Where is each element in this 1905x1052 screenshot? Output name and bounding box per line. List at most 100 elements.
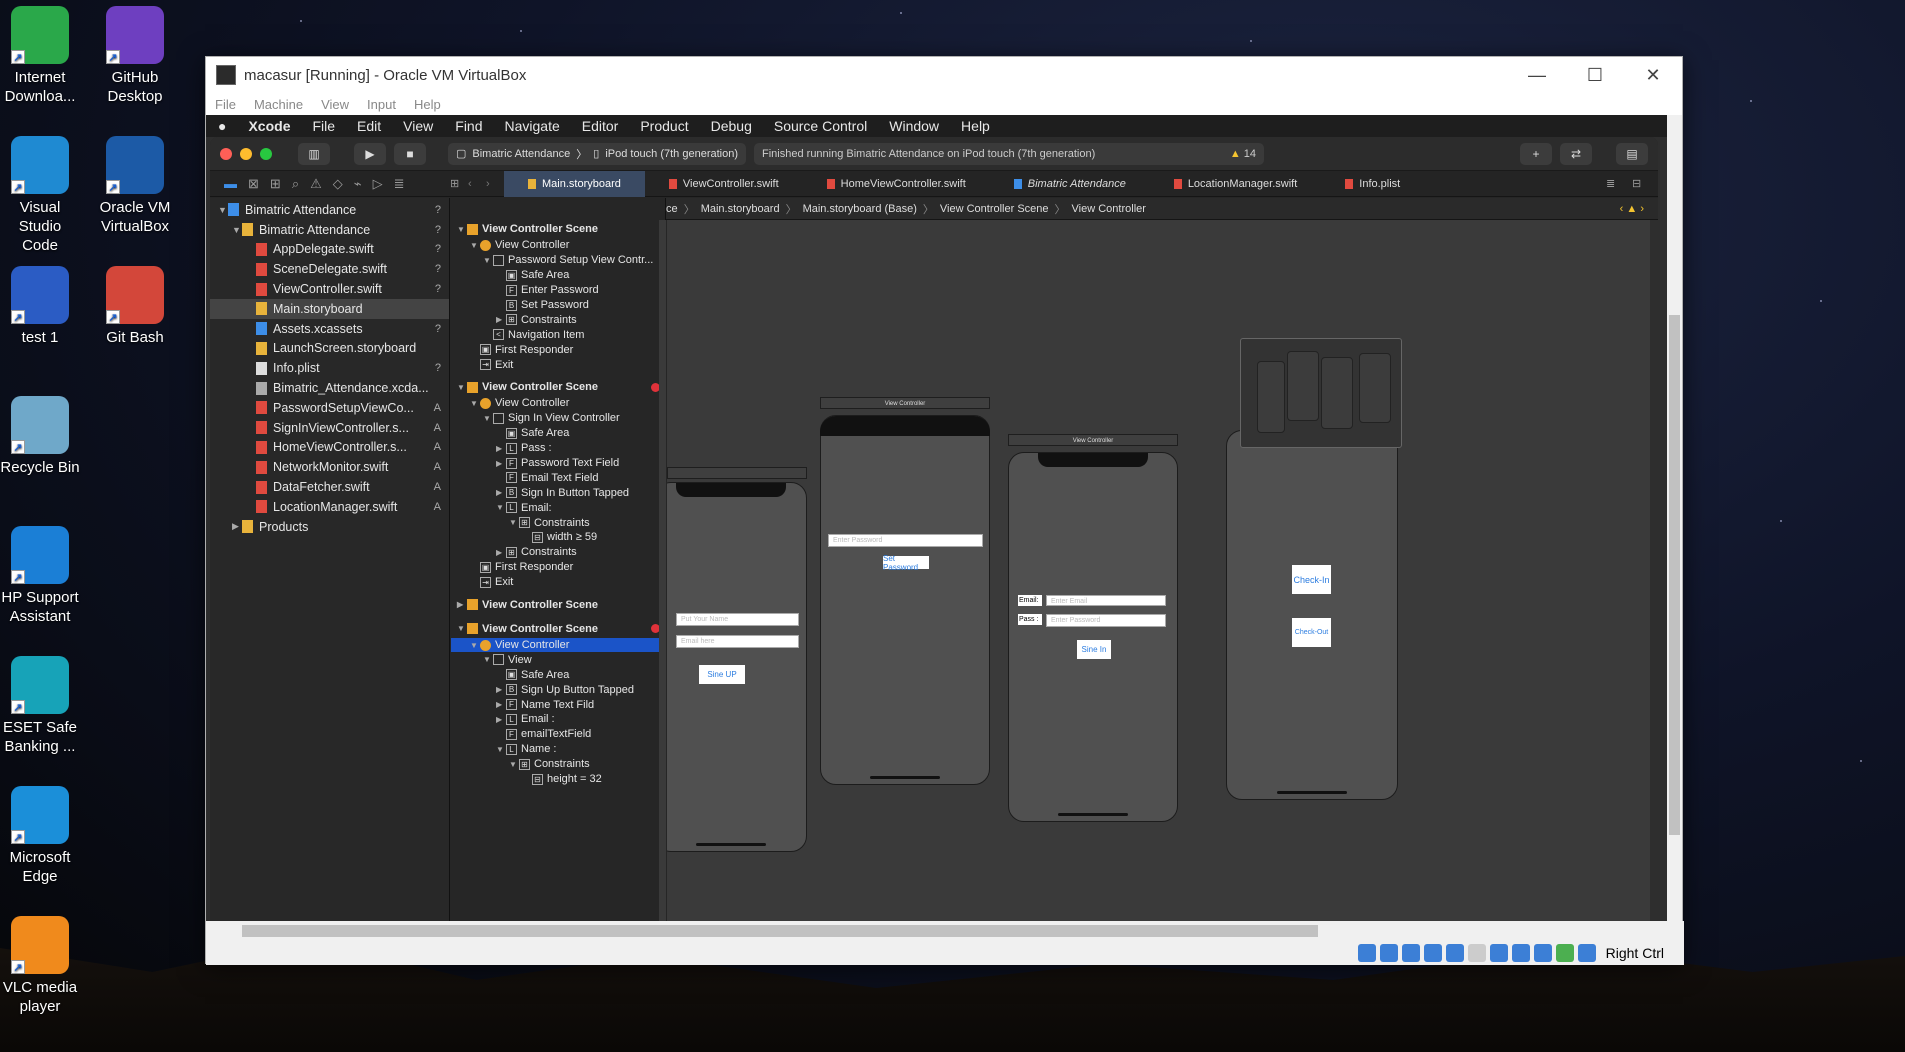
debug-navigator-icon[interactable]: ⌁ bbox=[354, 176, 362, 192]
scene-dock[interactable] bbox=[667, 467, 807, 479]
outline-item[interactable]: ▣ Safe Area bbox=[451, 268, 666, 283]
disclosure-triangle-icon[interactable]: ▼ bbox=[483, 655, 493, 664]
desktop-shortcut[interactable]: ↗ Git Bash bbox=[95, 266, 175, 347]
disclosure-triangle-icon[interactable]: ▼ bbox=[496, 503, 506, 512]
breadcrumb-item[interactable]: Main.storyboard (Base) bbox=[803, 203, 917, 215]
outline-item[interactable]: ▣ First Responder bbox=[451, 560, 666, 575]
outline-item[interactable]: F Email Text Field bbox=[451, 470, 666, 485]
disclosure-triangle-icon[interactable]: ▶ bbox=[496, 715, 506, 724]
minimize-icon[interactable]: — bbox=[1508, 65, 1566, 86]
macos-menu-item[interactable]: Edit bbox=[357, 118, 381, 134]
disclosure-triangle-icon[interactable]: ▼ bbox=[232, 225, 242, 235]
check-out-button[interactable]: Check-Out bbox=[1292, 618, 1331, 647]
navigator-item[interactable]: AppDelegate.swift? bbox=[210, 240, 449, 260]
outline-item[interactable]: ▼ Password Setup View Contr... bbox=[451, 253, 666, 268]
library-add-icon[interactable]: + bbox=[1520, 142, 1552, 165]
disclosure-triangle-icon[interactable]: ▼ bbox=[457, 383, 467, 392]
navigator-item[interactable]: ▼ Bimatric Attendance? bbox=[210, 200, 449, 220]
desktop-shortcut[interactable]: ↗ Internet Downloa... bbox=[0, 6, 80, 106]
desktop-shortcut[interactable]: ↗ test 1 bbox=[0, 266, 80, 347]
signin-button[interactable]: Sine In bbox=[1077, 640, 1111, 659]
disclosure-triangle-icon[interactable]: ▼ bbox=[483, 256, 493, 265]
outline-item[interactable]: ▣ First Responder bbox=[451, 342, 666, 357]
outline-item[interactable]: ▶ ⊞ Constraints bbox=[451, 545, 666, 560]
set-password-button[interactable]: Set Password bbox=[883, 554, 929, 572]
hard-disk-icon[interactable] bbox=[1357, 944, 1376, 962]
desktop-shortcut[interactable]: ↗ Recycle Bin bbox=[0, 396, 80, 477]
editor-tab[interactable]: LocationManager.swift bbox=[1150, 171, 1321, 197]
disclosure-triangle-icon[interactable]: ▼ bbox=[496, 745, 506, 754]
name-text-field[interactable]: Put Your Name bbox=[676, 613, 799, 626]
outline-item[interactable]: ▶ B Sign Up Button Tapped bbox=[451, 682, 666, 697]
disclosure-triangle-icon[interactable]: ▼ bbox=[509, 760, 519, 769]
editor-tab[interactable]: HomeViewController.swift bbox=[803, 171, 990, 197]
horizontal-scrollbar[interactable] bbox=[206, 921, 1684, 941]
inspector-toggle-icon[interactable]: ▤ bbox=[1616, 142, 1648, 165]
check-in-button[interactable]: Check-In bbox=[1292, 565, 1331, 594]
sidebar-toggle-icon[interactable]: ▥ bbox=[298, 142, 330, 165]
desktop-shortcut[interactable]: ↗ ESET Safe Banking ... bbox=[0, 656, 80, 756]
desktop-shortcut[interactable]: ↗ VLC media player bbox=[0, 916, 80, 1016]
signin-password-field[interactable]: Enter Password bbox=[1046, 614, 1166, 627]
vbox-menu-item[interactable]: Input bbox=[367, 97, 396, 112]
scene-title-bar[interactable]: View Controller bbox=[820, 397, 990, 409]
scene-title-bar[interactable]: View Controller bbox=[1008, 434, 1178, 446]
back-icon[interactable]: ‹ bbox=[468, 178, 486, 190]
disclosure-triangle-icon[interactable]: ▼ bbox=[470, 241, 480, 250]
xcode-window[interactable]: ▥ ▶ ■ ▢ Bimatric Attendance 〉 ▯ iPod tou… bbox=[210, 137, 1658, 921]
disclosure-triangle-icon[interactable]: ▶ bbox=[496, 488, 506, 497]
desktop-shortcut[interactable]: ↗ GitHub Desktop bbox=[95, 6, 175, 106]
navigator-item[interactable]: Main.storyboard bbox=[210, 298, 449, 319]
find-navigator-icon[interactable]: ⌕ bbox=[292, 176, 299, 192]
disclosure-triangle-icon[interactable]: ▶ bbox=[496, 459, 506, 468]
disclosure-triangle-icon[interactable]: ▶ bbox=[496, 444, 506, 453]
email-text-field[interactable]: Email here bbox=[676, 635, 799, 648]
navigator-item[interactable]: ViewController.swift? bbox=[210, 279, 449, 299]
navigator-item[interactable]: DataFetcher.swift A bbox=[210, 477, 449, 497]
disclosure-triangle-icon[interactable]: ▼ bbox=[470, 641, 480, 650]
outline-scene[interactable]: ▼ View Controller Scene bbox=[451, 220, 666, 238]
project-navigator-icon[interactable]: ▬ bbox=[224, 176, 237, 192]
macos-menu-item[interactable]: View bbox=[403, 118, 433, 134]
outline-item[interactable]: ▼ View bbox=[451, 652, 666, 667]
outline-item[interactable]: ▣ Safe Area bbox=[451, 667, 666, 682]
breadcrumb-item[interactable]: View Controller Scene bbox=[940, 203, 1049, 215]
editor-tab[interactable]: ViewController.swift bbox=[645, 171, 803, 197]
disclosure-triangle-icon[interactable]: ▶ bbox=[457, 600, 467, 609]
home-scene[interactable]: Check-In Check-Out bbox=[1226, 430, 1398, 800]
signup-button[interactable]: Sine UP bbox=[699, 665, 745, 684]
test-navigator-icon[interactable]: ◇ bbox=[333, 176, 343, 192]
close-window-button[interactable] bbox=[220, 147, 232, 160]
virtualbox-titlebar[interactable]: macasur [Running] - Oracle VM VirtualBox… bbox=[206, 57, 1682, 93]
forward-icon[interactable]: › bbox=[486, 178, 504, 190]
macos-menu-item[interactable]: File bbox=[312, 118, 335, 134]
macos-menu-item[interactable]: Navigate bbox=[505, 118, 560, 134]
split-editor-icon[interactable]: ⊟ bbox=[1632, 177, 1658, 190]
navigator-item[interactable]: HomeViewController.s... A bbox=[210, 438, 449, 458]
run-icon[interactable]: ▶ bbox=[354, 142, 386, 165]
vm-screen[interactable]: ● Xcode File Edit View Find Navigate Editor Prod… bbox=[206, 115, 1669, 921]
disclosure-triangle-icon[interactable]: ▶ bbox=[232, 521, 242, 532]
navigator-item[interactable]: SignInViewController.s... A bbox=[210, 418, 449, 438]
grid-icon[interactable]: ⊞ bbox=[450, 177, 468, 190]
editor-options-icon[interactable]: ≣ bbox=[1606, 177, 1632, 190]
editor-tab[interactable]: Info.plist bbox=[1321, 171, 1424, 197]
symbol-navigator-icon[interactable]: ⊞ bbox=[270, 176, 281, 192]
outline-scene[interactable]: ▼ View Controller Scene bbox=[451, 378, 666, 396]
audio-icon[interactable] bbox=[1401, 944, 1420, 962]
navigator-item[interactable]: ▶ Products bbox=[210, 517, 449, 537]
scheme-selector[interactable]: ▢ Bimatric Attendance 〉 ▯ iPod touch (7t… bbox=[448, 142, 747, 165]
outline-item[interactable]: ▶ ⊞ Constraints bbox=[451, 312, 666, 327]
outline-item[interactable]: ⊟ width ≥ 59 bbox=[451, 530, 666, 545]
navigator-item[interactable]: ▼ Bimatric Attendance? bbox=[210, 220, 449, 240]
shared-folder-icon[interactable] bbox=[1467, 944, 1486, 962]
disclosure-triangle-icon[interactable]: ▶ bbox=[496, 548, 506, 557]
code-review-icon[interactable]: ⇄ bbox=[1560, 142, 1592, 165]
apple-menu-icon[interactable]: ● bbox=[218, 118, 226, 134]
desktop-shortcut[interactable]: ↗ HP Support Assistant bbox=[0, 526, 80, 626]
disclosure-triangle-icon[interactable]: ▶ bbox=[496, 685, 506, 694]
source-control-navigator-icon[interactable]: ⊠ bbox=[248, 176, 259, 192]
outline-scene[interactable]: ▼ View Controller Scene bbox=[451, 620, 666, 638]
network-icon[interactable] bbox=[1423, 944, 1442, 962]
outline-item[interactable]: ▼ L Name : bbox=[451, 742, 666, 757]
